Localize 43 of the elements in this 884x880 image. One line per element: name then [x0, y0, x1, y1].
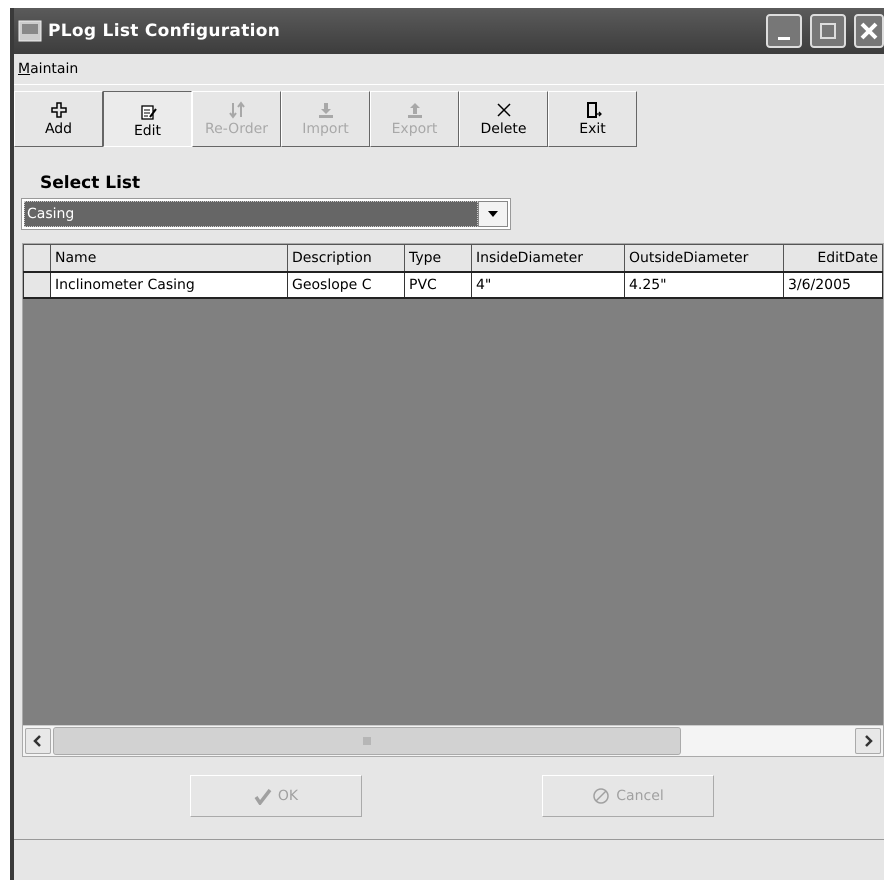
cross-icon [494, 101, 512, 119]
maximize-button[interactable] [810, 14, 846, 48]
window-title: PLog List Configuration [48, 21, 282, 41]
toolbar-button[interactable]: Edit [103, 91, 192, 147]
close-icon [860, 22, 878, 40]
dropdown-value: Casing [24, 201, 478, 227]
table-cell: 4.25" [624, 272, 784, 298]
minimize-icon [778, 36, 790, 40]
menu-item[interactable]: Maintain [16, 61, 80, 77]
toolbar-button[interactable]: Delete [459, 91, 548, 147]
minimize-button[interactable] [766, 14, 802, 48]
toolbar-button[interactable]: Add [14, 91, 103, 147]
scroll-right-button[interactable] [855, 728, 881, 754]
maximize-icon [819, 22, 837, 40]
table-cell: 3/6/2005 [784, 272, 882, 298]
column-header[interactable]: OutsideDiameter [624, 244, 784, 272]
column-header[interactable]: Name [50, 244, 288, 272]
close-button[interactable] [854, 14, 884, 48]
app-icon [18, 19, 42, 43]
column-header[interactable]: InsideDiameter [472, 244, 624, 272]
check-icon [254, 787, 272, 805]
tray-up-icon [406, 101, 424, 119]
table-cell: 4" [472, 272, 624, 298]
notepad-icon [138, 103, 156, 121]
column-header[interactable]: EditDate [784, 244, 882, 272]
table-cell: Geoslope C [288, 272, 404, 298]
dropdown-button[interactable] [478, 201, 508, 227]
list-dropdown[interactable]: Casing [22, 199, 510, 229]
select-list-label: Select List [40, 173, 142, 193]
scroll-left-button[interactable] [25, 728, 51, 754]
table-cell: Inclinometer Casing [50, 272, 288, 298]
tray-down-icon [316, 101, 334, 119]
horizontal-scrollbar[interactable] [23, 725, 883, 756]
column-header[interactable]: Type [404, 244, 472, 272]
toolbar-button[interactable]: Exit [548, 91, 637, 147]
column-header[interactable]: Description [288, 244, 404, 272]
row-header[interactable] [24, 272, 50, 298]
row-header [24, 244, 50, 272]
table-cell: PVC [404, 272, 472, 298]
scroll-thumb[interactable] [53, 727, 681, 755]
prohibited-icon [592, 787, 610, 805]
arrows-icon [228, 101, 246, 119]
plus-icon [50, 101, 68, 119]
